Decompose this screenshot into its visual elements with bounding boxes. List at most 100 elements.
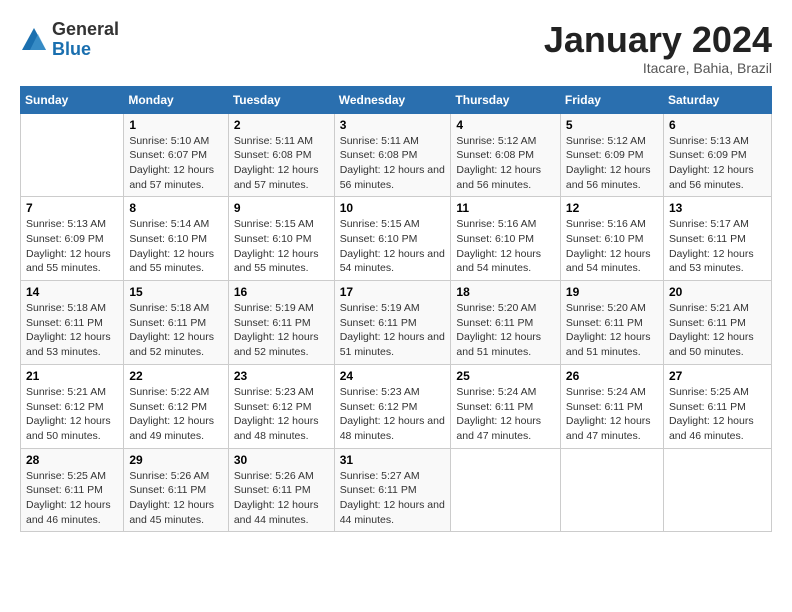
day-number: 24	[340, 369, 446, 383]
day-info: Sunrise: 5:16 AMSunset: 6:10 PMDaylight:…	[456, 217, 555, 276]
day-number: 12	[566, 201, 658, 215]
day-number: 16	[234, 285, 329, 299]
calendar-cell	[663, 448, 771, 532]
calendar-cell: 13 Sunrise: 5:17 AMSunset: 6:11 PMDaylig…	[663, 197, 771, 281]
calendar-cell: 28 Sunrise: 5:25 AMSunset: 6:11 PMDaylig…	[21, 448, 124, 532]
day-number: 29	[129, 453, 222, 467]
header-friday: Friday	[560, 86, 663, 113]
day-number: 27	[669, 369, 766, 383]
day-info: Sunrise: 5:19 AMSunset: 6:11 PMDaylight:…	[234, 301, 329, 360]
day-info: Sunrise: 5:22 AMSunset: 6:12 PMDaylight:…	[129, 385, 222, 444]
calendar-week-3: 21 Sunrise: 5:21 AMSunset: 6:12 PMDaylig…	[21, 364, 772, 448]
day-info: Sunrise: 5:13 AMSunset: 6:09 PMDaylight:…	[26, 217, 118, 276]
header-row: Sunday Monday Tuesday Wednesday Thursday…	[21, 86, 772, 113]
calendar-cell: 5 Sunrise: 5:12 AMSunset: 6:09 PMDayligh…	[560, 113, 663, 197]
calendar-cell: 6 Sunrise: 5:13 AMSunset: 6:09 PMDayligh…	[663, 113, 771, 197]
day-number: 5	[566, 118, 658, 132]
header-saturday: Saturday	[663, 86, 771, 113]
header-wednesday: Wednesday	[334, 86, 451, 113]
day-number: 4	[456, 118, 555, 132]
day-number: 9	[234, 201, 329, 215]
calendar-cell: 31 Sunrise: 5:27 AMSunset: 6:11 PMDaylig…	[334, 448, 451, 532]
calendar-cell: 2 Sunrise: 5:11 AMSunset: 6:08 PMDayligh…	[228, 113, 334, 197]
day-number: 10	[340, 201, 446, 215]
day-info: Sunrise: 5:27 AMSunset: 6:11 PMDaylight:…	[340, 469, 446, 528]
day-info: Sunrise: 5:20 AMSunset: 6:11 PMDaylight:…	[566, 301, 658, 360]
day-number: 26	[566, 369, 658, 383]
day-number: 15	[129, 285, 222, 299]
day-info: Sunrise: 5:11 AMSunset: 6:08 PMDaylight:…	[340, 134, 446, 193]
calendar-cell: 19 Sunrise: 5:20 AMSunset: 6:11 PMDaylig…	[560, 281, 663, 365]
day-number: 18	[456, 285, 555, 299]
month-title: January 2024	[544, 20, 772, 60]
day-number: 1	[129, 118, 222, 132]
day-info: Sunrise: 5:18 AMSunset: 6:11 PMDaylight:…	[26, 301, 118, 360]
day-info: Sunrise: 5:11 AMSunset: 6:08 PMDaylight:…	[234, 134, 329, 193]
day-info: Sunrise: 5:24 AMSunset: 6:11 PMDaylight:…	[456, 385, 555, 444]
day-info: Sunrise: 5:13 AMSunset: 6:09 PMDaylight:…	[669, 134, 766, 193]
day-number: 17	[340, 285, 446, 299]
calendar-cell: 17 Sunrise: 5:19 AMSunset: 6:11 PMDaylig…	[334, 281, 451, 365]
calendar-cell: 11 Sunrise: 5:16 AMSunset: 6:10 PMDaylig…	[451, 197, 561, 281]
calendar-week-4: 28 Sunrise: 5:25 AMSunset: 6:11 PMDaylig…	[21, 448, 772, 532]
calendar-table: Sunday Monday Tuesday Wednesday Thursday…	[20, 86, 772, 533]
day-number: 11	[456, 201, 555, 215]
calendar-cell	[560, 448, 663, 532]
logo-icon	[20, 26, 48, 54]
day-info: Sunrise: 5:20 AMSunset: 6:11 PMDaylight:…	[456, 301, 555, 360]
day-number: 23	[234, 369, 329, 383]
day-info: Sunrise: 5:25 AMSunset: 6:11 PMDaylight:…	[669, 385, 766, 444]
day-info: Sunrise: 5:15 AMSunset: 6:10 PMDaylight:…	[234, 217, 329, 276]
calendar-cell: 22 Sunrise: 5:22 AMSunset: 6:12 PMDaylig…	[124, 364, 228, 448]
day-info: Sunrise: 5:26 AMSunset: 6:11 PMDaylight:…	[129, 469, 222, 528]
calendar-cell: 8 Sunrise: 5:14 AMSunset: 6:10 PMDayligh…	[124, 197, 228, 281]
day-info: Sunrise: 5:12 AMSunset: 6:09 PMDaylight:…	[566, 134, 658, 193]
day-number: 25	[456, 369, 555, 383]
day-number: 28	[26, 453, 118, 467]
calendar-week-0: 1 Sunrise: 5:10 AMSunset: 6:07 PMDayligh…	[21, 113, 772, 197]
header-thursday: Thursday	[451, 86, 561, 113]
calendar-week-2: 14 Sunrise: 5:18 AMSunset: 6:11 PMDaylig…	[21, 281, 772, 365]
calendar-cell: 7 Sunrise: 5:13 AMSunset: 6:09 PMDayligh…	[21, 197, 124, 281]
day-info: Sunrise: 5:24 AMSunset: 6:11 PMDaylight:…	[566, 385, 658, 444]
day-info: Sunrise: 5:15 AMSunset: 6:10 PMDaylight:…	[340, 217, 446, 276]
day-info: Sunrise: 5:14 AMSunset: 6:10 PMDaylight:…	[129, 217, 222, 276]
calendar-week-1: 7 Sunrise: 5:13 AMSunset: 6:09 PMDayligh…	[21, 197, 772, 281]
calendar-cell: 20 Sunrise: 5:21 AMSunset: 6:11 PMDaylig…	[663, 281, 771, 365]
day-info: Sunrise: 5:18 AMSunset: 6:11 PMDaylight:…	[129, 301, 222, 360]
day-number: 30	[234, 453, 329, 467]
calendar-cell: 26 Sunrise: 5:24 AMSunset: 6:11 PMDaylig…	[560, 364, 663, 448]
day-number: 7	[26, 201, 118, 215]
title-block: January 2024 Itacare, Bahia, Brazil	[544, 20, 772, 76]
calendar-cell	[21, 113, 124, 197]
calendar-cell: 3 Sunrise: 5:11 AMSunset: 6:08 PMDayligh…	[334, 113, 451, 197]
logo-blue: Blue	[52, 40, 119, 60]
day-number: 8	[129, 201, 222, 215]
day-info: Sunrise: 5:26 AMSunset: 6:11 PMDaylight:…	[234, 469, 329, 528]
day-number: 14	[26, 285, 118, 299]
logo: General Blue	[20, 20, 119, 60]
header-sunday: Sunday	[21, 86, 124, 113]
day-number: 13	[669, 201, 766, 215]
day-number: 6	[669, 118, 766, 132]
day-info: Sunrise: 5:16 AMSunset: 6:10 PMDaylight:…	[566, 217, 658, 276]
day-number: 31	[340, 453, 446, 467]
day-info: Sunrise: 5:25 AMSunset: 6:11 PMDaylight:…	[26, 469, 118, 528]
calendar-cell: 29 Sunrise: 5:26 AMSunset: 6:11 PMDaylig…	[124, 448, 228, 532]
calendar-cell	[451, 448, 561, 532]
day-info: Sunrise: 5:21 AMSunset: 6:12 PMDaylight:…	[26, 385, 118, 444]
day-info: Sunrise: 5:19 AMSunset: 6:11 PMDaylight:…	[340, 301, 446, 360]
calendar-header: Sunday Monday Tuesday Wednesday Thursday…	[21, 86, 772, 113]
day-number: 20	[669, 285, 766, 299]
calendar-cell: 16 Sunrise: 5:19 AMSunset: 6:11 PMDaylig…	[228, 281, 334, 365]
header-monday: Monday	[124, 86, 228, 113]
calendar-cell: 21 Sunrise: 5:21 AMSunset: 6:12 PMDaylig…	[21, 364, 124, 448]
day-info: Sunrise: 5:12 AMSunset: 6:08 PMDaylight:…	[456, 134, 555, 193]
calendar-cell: 23 Sunrise: 5:23 AMSunset: 6:12 PMDaylig…	[228, 364, 334, 448]
location-subtitle: Itacare, Bahia, Brazil	[544, 60, 772, 76]
day-info: Sunrise: 5:23 AMSunset: 6:12 PMDaylight:…	[234, 385, 329, 444]
calendar-cell: 30 Sunrise: 5:26 AMSunset: 6:11 PMDaylig…	[228, 448, 334, 532]
day-info: Sunrise: 5:10 AMSunset: 6:07 PMDaylight:…	[129, 134, 222, 193]
day-number: 19	[566, 285, 658, 299]
header-tuesday: Tuesday	[228, 86, 334, 113]
